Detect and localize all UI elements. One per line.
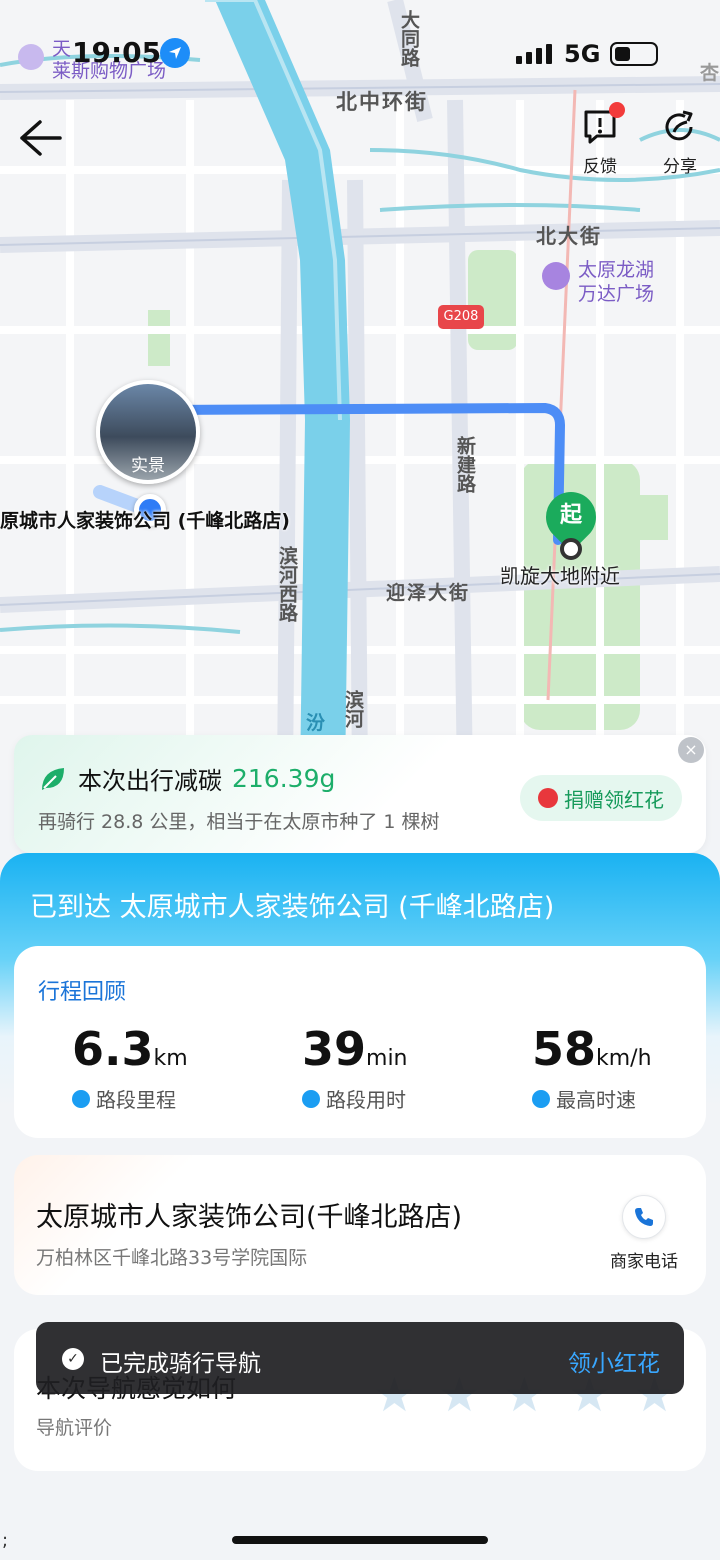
river-label: 汾 <box>306 712 328 734</box>
donate-button[interactable]: 捐赠领红花 <box>520 775 682 821</box>
carbon-subtitle: 再骑行 28.8 公里，相当于在太原市种了 1 棵树 <box>38 811 440 833</box>
highway-shield: G208 <box>438 305 484 329</box>
share-label: 分享 <box>663 157 697 177</box>
toast-message: 已完成骑行导航 <box>100 1351 261 1377</box>
donate-label: 捐赠领红花 <box>564 787 664 812</box>
start-badge: 起 <box>559 503 582 528</box>
rating-subtitle: 导航评价 <box>36 1417 113 1439</box>
flower-icon <box>538 788 558 808</box>
trip-result-panel: 已到达 太原城市人家装饰公司 (千峰北路店) 行程回顾 6.3km 路段里程 3… <box>0 853 720 1560</box>
completion-toast: ✓ 已完成骑行导航 领小红花 <box>36 1322 684 1394</box>
carbon-reduction-card: × 本次出行减碳 216.39g 再骑行 28.8 公里，相当于在太原市种了 1… <box>14 735 706 853</box>
mall-poi-icon[interactable] <box>542 262 570 290</box>
close-icon[interactable]: × <box>678 737 704 763</box>
arrived-title: 已到达 太原城市人家装饰公司 (千峰北路店) <box>30 892 555 923</box>
start-point-marker <box>560 538 582 560</box>
notification-dot <box>609 102 625 118</box>
check-icon: ✓ <box>62 1348 84 1370</box>
road-label-ying-ze: 迎泽大街 <box>386 582 471 604</box>
live-view-thumbnail[interactable]: 实景 <box>96 380 200 484</box>
carbon-amount: 216.39g <box>232 764 336 793</box>
stat-distance: 6.3km 路段里程 <box>72 1022 188 1112</box>
home-indicator[interactable] <box>232 1536 488 1544</box>
phone-label: 商家电话 <box>610 1252 678 1272</box>
status-time: 19:05 <box>72 36 162 69</box>
signal-icon <box>516 44 552 64</box>
road-label-bin-he-xi: 滨河西路 <box>276 546 298 622</box>
feedback-label: 反馈 <box>583 157 617 177</box>
carbon-title: 本次出行减碳 <box>78 767 222 795</box>
road-label-bin-he: 滨河 <box>342 690 364 728</box>
rocket-icon <box>532 1089 550 1108</box>
back-arrow-icon <box>20 120 62 156</box>
trip-review-card: 行程回顾 6.3km 路段里程 39min 路段用时 58km/h 最高时速 <box>14 946 706 1138</box>
review-title: 行程回顾 <box>38 980 127 1005</box>
poi-wanda[interactable]: 太原龙湖 万达广场 <box>578 258 654 306</box>
leaf-icon <box>42 767 64 790</box>
shop-card[interactable]: 太原城市人家装饰公司(千峰北路店) 万柏林区千峰北路33号学院国际 商家电话 <box>14 1155 706 1295</box>
stat-duration: 39min 路段用时 <box>302 1022 408 1112</box>
merchant-phone-button[interactable]: 商家电话 <box>606 1195 682 1272</box>
battery-icon <box>610 42 658 66</box>
back-button[interactable] <box>18 118 64 158</box>
road-label-xin-jian: 新建路 <box>454 436 476 493</box>
share-icon <box>661 108 699 146</box>
live-view-label: 实景 <box>131 456 165 476</box>
phone-icon <box>622 1195 666 1239</box>
start-location-label: 凯旋大地附近 <box>500 564 620 588</box>
destination-map-label[interactable]: 原城市人家装饰公司 (千峰北路店) <box>0 506 290 533</box>
feedback-icon <box>581 102 625 146</box>
status-bar: 天 莱斯购物广场 19:05 5G <box>0 0 720 100</box>
network-type: 5G <box>564 40 601 68</box>
clock-icon <box>302 1089 320 1108</box>
share-button[interactable]: 分享 <box>650 108 710 177</box>
shop-address: 万柏林区千峰北路33号学院国际 <box>36 1247 308 1269</box>
claim-flower-link[interactable]: 领小红花 <box>568 1344 660 1378</box>
stat-max-speed: 58km/h 最高时速 <box>532 1022 652 1112</box>
shop-name: 太原城市人家装饰公司(千峰北路店) <box>36 1202 463 1233</box>
shopping-poi-icon <box>18 44 44 70</box>
road-label-bei-da: 北大街 <box>536 224 602 248</box>
carbon-title-row: 本次出行减碳 216.39g <box>38 761 335 796</box>
stray-char: ; <box>2 1530 9 1551</box>
feedback-button[interactable]: 反馈 <box>570 102 630 177</box>
location-arrow-icon <box>160 38 190 68</box>
flag-icon <box>72 1089 90 1108</box>
